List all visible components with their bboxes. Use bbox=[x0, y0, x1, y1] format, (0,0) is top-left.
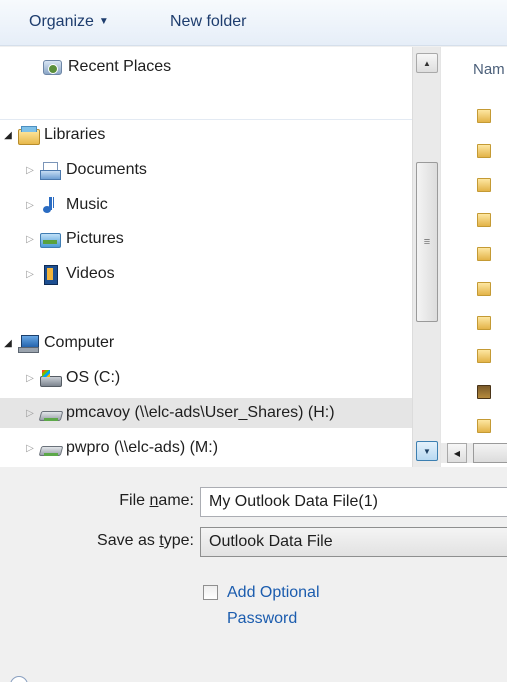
organize-label: Organize bbox=[29, 13, 94, 30]
collapsed-triangle-icon[interactable]: ▷ bbox=[24, 234, 36, 245]
nav-label: Computer bbox=[44, 334, 115, 351]
folder-icon[interactable] bbox=[477, 316, 491, 330]
collapsed-triangle-icon[interactable]: ▷ bbox=[24, 443, 36, 454]
navigation-pane: Recent Places ◢ Libraries ▷ Documents ▷ … bbox=[0, 47, 412, 467]
folder-icon[interactable] bbox=[477, 385, 491, 399]
add-password-checkbox[interactable] bbox=[203, 585, 218, 600]
nav-item-libraries[interactable]: ◢ Libraries bbox=[2, 120, 105, 150]
folder-icon[interactable] bbox=[477, 247, 491, 261]
new-folder-button[interactable]: New folder bbox=[170, 13, 246, 31]
nav-item-videos[interactable]: ▷ Videos bbox=[24, 259, 115, 289]
folder-icon[interactable] bbox=[477, 349, 491, 363]
nav-label: OS (C:) bbox=[66, 369, 121, 386]
folder-icon[interactable] bbox=[477, 419, 491, 433]
nav-item-drive-h[interactable]: ▷ pmcavoy (\\elc-ads\User_Shares) (H:) bbox=[0, 398, 412, 428]
scroll-up-arrow-icon[interactable]: ▲ bbox=[416, 53, 438, 73]
scroll-down-arrow-icon[interactable]: ▼ bbox=[416, 441, 438, 461]
add-password-label[interactable]: Add Optional Password bbox=[227, 580, 367, 632]
network-drive-icon bbox=[40, 404, 60, 422]
radio-button[interactable] bbox=[10, 676, 28, 682]
command-toolbar: Organize ▼ New folder bbox=[0, 0, 507, 46]
label-text: ype: bbox=[163, 532, 194, 549]
nav-item-drive-c[interactable]: ▷ OS (C:) bbox=[24, 363, 120, 393]
nav-label: Recent Places bbox=[68, 58, 172, 75]
nav-label: Documents bbox=[66, 161, 147, 178]
recent-places-icon bbox=[42, 58, 62, 76]
save-as-type-label: Save as type: bbox=[97, 532, 194, 550]
file-name-input[interactable] bbox=[200, 487, 507, 517]
label-text: Save as bbox=[97, 532, 160, 549]
name-column-header[interactable]: Nam bbox=[473, 61, 505, 78]
folder-icon[interactable] bbox=[477, 109, 491, 123]
expanded-triangle-icon[interactable]: ◢ bbox=[2, 130, 14, 141]
nav-item-computer[interactable]: ◢ Computer bbox=[2, 328, 114, 358]
scroll-left-arrow-icon[interactable]: ◀ bbox=[447, 443, 467, 463]
nav-item-documents[interactable]: ▷ Documents bbox=[24, 155, 147, 185]
computer-icon bbox=[18, 334, 39, 353]
nav-item-music[interactable]: ▷ Music bbox=[24, 190, 108, 220]
collapsed-triangle-icon[interactable]: ▷ bbox=[24, 408, 36, 419]
dropdown-caret-icon: ▼ bbox=[98, 16, 109, 27]
expanded-triangle-icon[interactable]: ◢ bbox=[2, 338, 14, 349]
collapsed-triangle-icon[interactable]: ▷ bbox=[24, 200, 36, 211]
folder-icon[interactable] bbox=[477, 213, 491, 227]
videos-icon bbox=[40, 265, 60, 285]
folder-icon[interactable] bbox=[477, 282, 491, 296]
nav-item-pictures[interactable]: ▷ Pictures bbox=[24, 224, 124, 254]
grip-icon: ≡ bbox=[423, 236, 431, 248]
nav-label: pmcavoy (\\elc-ads\User_Shares) (H:) bbox=[66, 404, 335, 421]
nav-label: pwpro (\\elc-ads) (M:) bbox=[66, 439, 219, 456]
nav-label: Pictures bbox=[66, 230, 124, 247]
horizontal-scroll-thumb[interactable] bbox=[473, 443, 507, 463]
save-as-type-select[interactable]: Outlook Data File bbox=[200, 527, 507, 557]
network-drive-icon bbox=[40, 439, 60, 457]
file-list-horizontal-scrollbar[interactable]: ◀ bbox=[441, 443, 507, 463]
local-drive-icon bbox=[40, 369, 62, 387]
collapsed-triangle-icon[interactable]: ▷ bbox=[24, 269, 36, 280]
folder-icon[interactable] bbox=[477, 144, 491, 158]
nav-vertical-scrollbar[interactable]: ▲ ≡ ▼ bbox=[412, 47, 440, 467]
nav-label: Music bbox=[66, 196, 108, 213]
nav-label: Libraries bbox=[44, 126, 106, 143]
scroll-thumb[interactable]: ≡ bbox=[416, 162, 438, 322]
file-list-pane: Nam ◀ bbox=[440, 47, 507, 467]
nav-item-drive-m[interactable]: ▷ pwpro (\\elc-ads) (M:) bbox=[24, 433, 218, 463]
libraries-icon bbox=[18, 126, 40, 145]
nav-item-recent-places[interactable]: Recent Places bbox=[38, 52, 171, 82]
music-icon bbox=[40, 196, 60, 214]
documents-icon bbox=[40, 161, 61, 180]
pictures-icon bbox=[40, 230, 61, 248]
file-name-label: File name: bbox=[119, 492, 194, 510]
nav-label: Videos bbox=[66, 265, 115, 282]
folder-icon[interactable] bbox=[477, 178, 491, 192]
collapsed-triangle-icon[interactable]: ▷ bbox=[24, 373, 36, 384]
organize-button[interactable]: Organize ▼ bbox=[29, 13, 109, 31]
label-text: ame: bbox=[158, 492, 194, 509]
save-as-type-value: Outlook Data File bbox=[209, 533, 333, 550]
collapsed-triangle-icon[interactable]: ▷ bbox=[24, 165, 36, 176]
label-text: File bbox=[119, 492, 150, 509]
